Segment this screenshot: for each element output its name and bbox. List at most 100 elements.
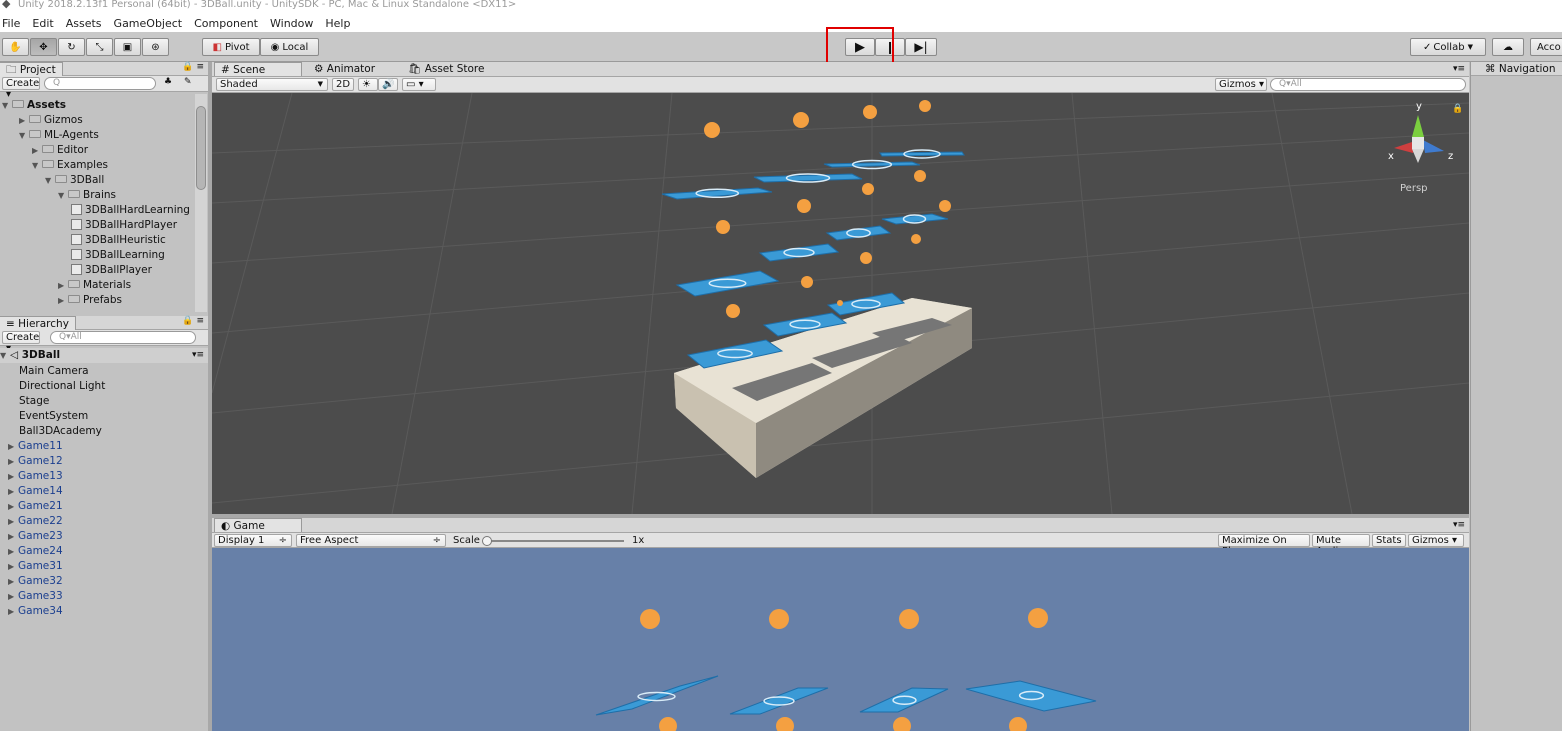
project-asset-item[interactable]: 3DBallLearning xyxy=(0,248,195,263)
project-create-dropdown[interactable]: Create ▾ xyxy=(2,77,40,100)
hierarchy-item[interactable]: ▶ Game21 xyxy=(0,499,208,514)
scene-ball[interactable] xyxy=(914,170,926,182)
orientation-gizmo[interactable]: y x z 🔒 Persp xyxy=(1388,101,1463,194)
scene-platform[interactable] xyxy=(825,225,892,241)
hierarchy-item[interactable]: ▶ Game24 xyxy=(0,544,208,559)
chevron-right-icon[interactable]: ▶ xyxy=(8,574,18,589)
tab-hierarchy[interactable]: ≡ Hierarchy xyxy=(0,316,76,330)
project-folder-item[interactable]: ▼ 3DBall xyxy=(0,173,195,188)
chevron-right-icon[interactable]: ▶ xyxy=(8,544,18,559)
chevron-down-icon[interactable]: ▼ xyxy=(19,128,29,143)
panel-menu-icon[interactable]: ▾≡ xyxy=(1453,520,1465,530)
scene-ball[interactable] xyxy=(704,122,720,138)
game-ball[interactable] xyxy=(659,717,677,731)
step-button[interactable]: ▶| xyxy=(905,38,937,56)
project-asset-item[interactable]: 3DBallHeuristic xyxy=(0,233,195,248)
scene-ball[interactable] xyxy=(863,105,877,119)
gizmo-x-axis-icon[interactable] xyxy=(1394,141,1415,153)
menu-component[interactable]: Component xyxy=(194,17,258,30)
stats-toggle[interactable]: Stats xyxy=(1372,534,1406,547)
chevron-right-icon[interactable]: ▶ xyxy=(32,143,42,158)
tab-game[interactable]: ◐ Game xyxy=(214,518,302,532)
menu-assets[interactable]: Assets xyxy=(66,17,102,30)
chevron-down-icon[interactable]: ▼ xyxy=(32,158,42,173)
chevron-down-icon[interactable]: ▼ xyxy=(58,188,68,203)
scene-platform[interactable] xyxy=(758,243,840,262)
account-button[interactable]: Acco xyxy=(1530,38,1562,56)
game-ball[interactable] xyxy=(1028,608,1048,628)
chevron-right-icon[interactable]: ▶ xyxy=(8,484,18,499)
game-view[interactable] xyxy=(212,548,1469,731)
project-scrollbar[interactable] xyxy=(195,94,207,312)
game-platform[interactable] xyxy=(965,680,1097,712)
chevron-right-icon[interactable]: ▶ xyxy=(8,604,18,619)
scale-slider-track[interactable] xyxy=(486,540,624,542)
audio-toggle[interactable]: 🔊 xyxy=(378,78,398,91)
aspect-dropdown[interactable]: Free Aspect ÷ xyxy=(296,534,446,547)
project-scroll-thumb[interactable] xyxy=(196,106,206,190)
chevron-down-icon[interactable]: ▼ xyxy=(45,173,55,188)
collab-button[interactable]: ✓ Collab ▼ xyxy=(1410,38,1486,56)
hierarchy-item[interactable]: ▶ Game12 xyxy=(0,454,208,469)
scale-tool-button[interactable]: ⤡ xyxy=(86,38,113,56)
scene-menu-icon[interactable]: ▾≡ xyxy=(192,348,204,363)
mute-audio-toggle[interactable]: Mute Audio xyxy=(1312,534,1370,557)
gizmo-z-axis-icon[interactable] xyxy=(1423,140,1444,153)
chevron-down-icon[interactable]: ▼ xyxy=(2,98,12,113)
project-asset-item[interactable]: 3DBallHardLearning xyxy=(0,203,195,218)
filter-type-icon[interactable]: ♣ xyxy=(164,77,172,87)
game-ball[interactable] xyxy=(769,609,789,629)
menu-edit[interactable]: Edit xyxy=(32,17,53,30)
game-ball[interactable] xyxy=(893,717,911,731)
scene-ball[interactable] xyxy=(716,220,730,234)
hierarchy-item[interactable]: ▶ Game32 xyxy=(0,574,208,589)
menu-window[interactable]: Window xyxy=(270,17,313,30)
rect-tool-button[interactable]: ▣ xyxy=(114,38,141,56)
chevron-right-icon[interactable]: ▶ xyxy=(8,469,18,484)
scene-platform[interactable] xyxy=(823,161,921,168)
gizmo-y-axis-icon[interactable] xyxy=(1412,115,1424,137)
project-folder-item[interactable]: ▼ Brains xyxy=(0,188,195,203)
scene-ball[interactable] xyxy=(801,276,813,288)
hierarchy-item[interactable]: ▶ Game34 xyxy=(0,604,208,619)
scene-search-input[interactable]: Q▾All xyxy=(1270,78,1466,91)
project-folder-item[interactable]: ▶ Prefabs xyxy=(0,293,195,308)
panel-menu-icon[interactable]: 🔒 ≡ xyxy=(182,316,204,326)
scene-ball[interactable] xyxy=(797,199,811,213)
filter-label-icon[interactable]: ✎ xyxy=(184,77,192,87)
hierarchy-item[interactable]: ▶ Game33 xyxy=(0,589,208,604)
project-folder-item[interactable]: ▶ Materials xyxy=(0,278,195,293)
tab-animator[interactable]: ⚙ Animator xyxy=(308,62,381,76)
chevron-right-icon[interactable]: ▶ xyxy=(8,499,18,514)
hierarchy-item[interactable]: Directional Light xyxy=(0,379,208,394)
menu-gameobject[interactable]: GameObject xyxy=(114,17,183,30)
hand-tool-button[interactable]: ✋ xyxy=(2,38,29,56)
scene-ball[interactable] xyxy=(726,304,740,318)
pivot-toggle[interactable]: ◧ Pivot xyxy=(202,38,260,56)
move-tool-button[interactable]: ✥ xyxy=(30,38,57,56)
scene-ball[interactable] xyxy=(939,200,951,212)
chevron-right-icon[interactable]: ▶ xyxy=(58,293,68,308)
game-gizmos-dropdown[interactable]: Gizmos ▾ xyxy=(1408,534,1464,547)
tab-navigation[interactable]: ⌘ Navigation xyxy=(1479,62,1561,76)
game-ball[interactable] xyxy=(1009,717,1027,731)
chevron-right-icon[interactable]: ▶ xyxy=(19,113,29,128)
hierarchy-item[interactable]: ▶ Game31 xyxy=(0,559,208,574)
tab-scene[interactable]: # Scene xyxy=(214,62,302,76)
panel-menu-icon[interactable]: ▾≡ xyxy=(1453,64,1465,74)
chevron-right-icon[interactable]: ▶ xyxy=(8,454,18,469)
panel-menu-icon[interactable]: 🔒 ≡ xyxy=(182,62,204,72)
project-folder-item[interactable]: ▶ Editor xyxy=(0,143,195,158)
tab-asset-store[interactable]: 🛍 Asset Store xyxy=(402,62,490,76)
hierarchy-item[interactable]: ▶ Game14 xyxy=(0,484,208,499)
scene-ball[interactable] xyxy=(793,112,809,128)
hierarchy-item[interactable]: Main Camera xyxy=(0,364,208,379)
shading-mode-dropdown[interactable]: Shaded ▼ xyxy=(216,78,328,91)
hierarchy-create-dropdown[interactable]: Create ▾ xyxy=(2,331,40,354)
hierarchy-item[interactable]: Stage xyxy=(0,394,208,409)
chevron-right-icon[interactable]: ▶ xyxy=(8,514,18,529)
hierarchy-item[interactable]: Ball3DAcademy xyxy=(0,424,208,439)
persp-label[interactable]: Persp xyxy=(1400,183,1428,194)
chevron-right-icon[interactable]: ▶ xyxy=(8,559,18,574)
project-folder-item[interactable]: ▼ Examples xyxy=(0,158,195,173)
